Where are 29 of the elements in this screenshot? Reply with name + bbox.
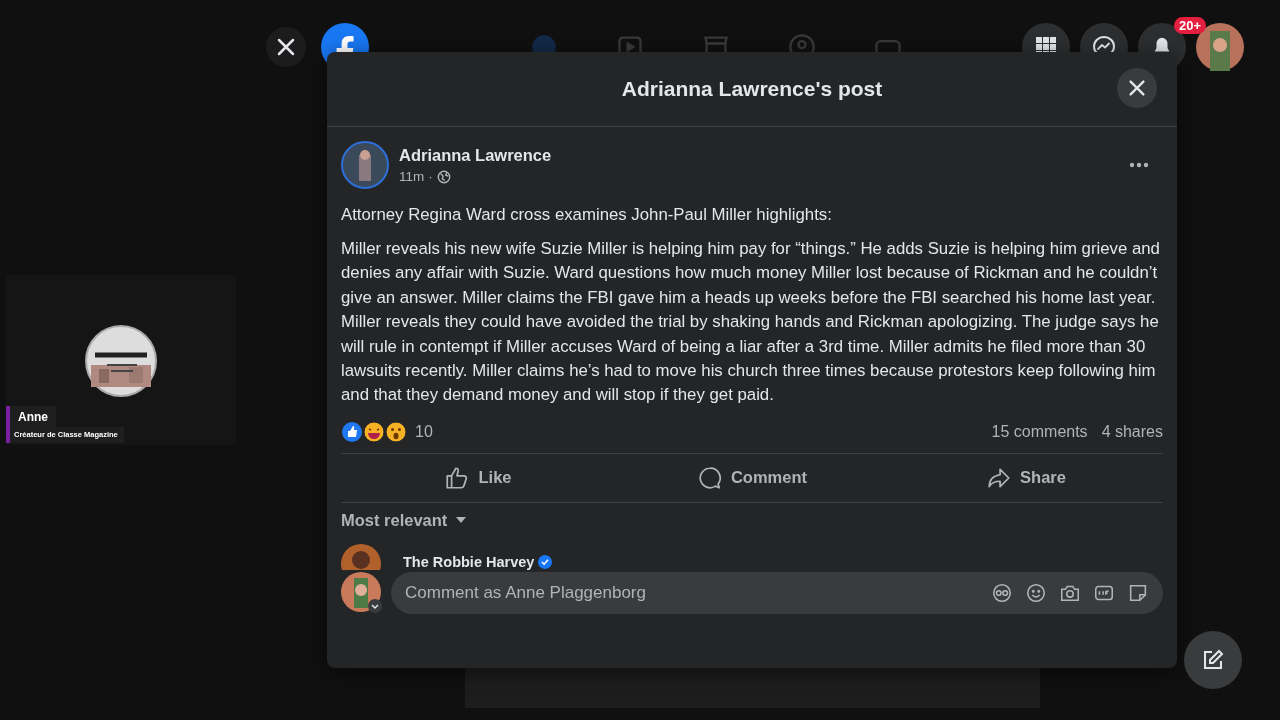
dialog-title: Adrianna Lawrence's post xyxy=(621,77,883,101)
notification-badge: 20+ xyxy=(1174,17,1207,34)
edit-icon xyxy=(1201,648,1225,672)
comment-count[interactable]: 15 comments xyxy=(991,422,1088,441)
caret-icon xyxy=(455,516,468,525)
close-icon xyxy=(1126,77,1148,99)
globe-icon xyxy=(436,169,451,184)
presenter-name: Anne xyxy=(10,406,56,427)
sort-dropdown[interactable]: Most relevant xyxy=(341,510,468,530)
post-heading: Attorney Regina Ward cross examines John-Paul Miller highlights: xyxy=(341,204,833,226)
speech-bubble-icon xyxy=(696,464,723,491)
close-button[interactable] xyxy=(1117,68,1157,108)
share-button[interactable]: Share xyxy=(889,453,1163,502)
user-avatar[interactable] xyxy=(341,571,383,614)
comment-button[interactable]: Comment xyxy=(615,453,889,502)
author-avatar[interactable] xyxy=(341,141,389,189)
separator-dot: · xyxy=(428,169,433,184)
like-button[interactable]: Like xyxy=(341,453,615,502)
post-time[interactable]: 11m xyxy=(399,169,425,184)
reaction-count[interactable]: 10 xyxy=(415,422,433,441)
comment-field[interactable]: Comment as Anne Plaggenborg xyxy=(391,571,1163,614)
more-icon xyxy=(1129,162,1149,168)
emoji-icon[interactable] xyxy=(1025,581,1047,604)
author-name[interactable]: Adrianna Lawrence xyxy=(399,146,552,165)
close-button[interactable] xyxy=(266,27,306,67)
commenter-name[interactable]: The Robbie Harvey xyxy=(403,553,535,570)
post-text: Miller reveals his new wife Suzie Miller is helping him pay for “things.” He adds Suzie is helping him grieve and denies any affair with Suzie. Ward questions how much money Miller lost because of Rickman and he couldn’t give an answer. Miller claims the FBI gave him a heads up weeks before the FBI searched his home last year. Miller reveals they could have avoided the trial by shaking hands and Rickman apologizing. The judge says he will rule in contempt if Miller accuses Ward of being a liar after a 3rd time. Miller admits he filed more than 30 lawsuits recently. Miller claims he’s had to move his church three times because protestors keep following him and that they demand money and will stop if they get paid. xyxy=(341,238,1161,407)
avatar-sticker-icon[interactable] xyxy=(991,581,1013,604)
share-count[interactable]: 4 shares xyxy=(1101,422,1163,441)
